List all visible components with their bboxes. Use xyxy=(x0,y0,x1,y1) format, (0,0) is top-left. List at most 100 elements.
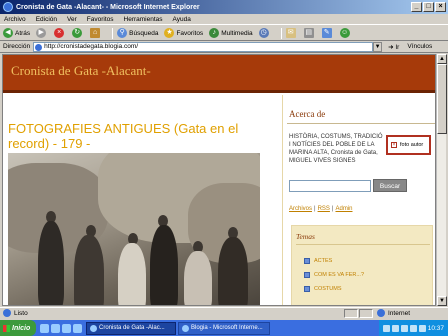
ie-icon xyxy=(182,324,189,332)
link-admin[interactable]: Admin xyxy=(335,206,352,212)
tray-icon[interactable] xyxy=(382,324,390,332)
edit-button[interactable]: ✎ xyxy=(321,28,334,38)
tray-icon[interactable] xyxy=(400,324,408,332)
links-button[interactable]: Vínculos xyxy=(407,43,432,50)
temas-heading: Temas xyxy=(296,232,315,241)
toolbar-divider xyxy=(280,27,282,39)
history-button[interactable]: ◷ xyxy=(258,28,271,38)
globe-icon xyxy=(377,309,385,317)
multimedia-icon: ♪ xyxy=(209,28,220,38)
print-button[interactable]: ▤ xyxy=(303,28,316,38)
tema-label: ACTES xyxy=(314,258,333,264)
tema-item[interactable]: ACTES xyxy=(304,254,364,268)
toolbar: ◀ Atrás ▶ × ↻ ⌂ ⚲ Búsqueda ★ Favoritos ♪… xyxy=(0,26,448,41)
tray-icon[interactable] xyxy=(418,324,426,332)
multimedia-button[interactable]: ♪ Multimedia xyxy=(209,28,253,38)
link-rss[interactable]: RSS xyxy=(318,206,330,212)
menu-archivo[interactable]: Archivo xyxy=(4,16,26,23)
favorites-button[interactable]: ★ Favoritos xyxy=(164,28,203,38)
image-icon: × xyxy=(391,142,397,148)
start-label: Inicio xyxy=(12,324,31,332)
task-label: Cronista de Gata -Alac... xyxy=(99,325,165,331)
tema-label: COM ES VA FER...? xyxy=(314,272,365,278)
back-button[interactable]: ◀ Atrás xyxy=(3,28,30,38)
status-zone: Internet xyxy=(388,309,411,317)
quicklaunch-media-icon[interactable] xyxy=(62,323,71,333)
search-button[interactable]: ⚲ Búsqueda xyxy=(117,28,158,38)
toolbar-divider xyxy=(112,27,114,39)
stop-button[interactable]: × xyxy=(54,28,66,38)
temas-box: Temas ACTES COM ES VA FER...? COSTUMS xyxy=(291,225,433,305)
back-arrow-icon: ◀ xyxy=(3,28,13,38)
multimedia-label: Multimedia xyxy=(221,29,253,37)
folder-icon xyxy=(304,258,310,264)
vertical-scrollbar[interactable]: ▲ ▼ xyxy=(436,54,447,306)
blog-header: Cronista de Gata -Alacant- xyxy=(3,55,435,93)
refresh-icon: ↻ xyxy=(72,28,83,38)
link-archivos[interactable]: Archivos xyxy=(289,206,312,212)
taskbar-item-blogia[interactable]: Blogia - Microsoft Interne... xyxy=(178,321,270,335)
minimize-button[interactable]: _ xyxy=(411,2,422,12)
system-tray: 10:37 xyxy=(378,320,448,336)
windows-logo-icon xyxy=(3,324,10,332)
close-button[interactable]: × xyxy=(435,2,446,12)
messenger-button[interactable]: ☺ xyxy=(339,28,352,38)
blog-search-input[interactable] xyxy=(289,180,371,192)
blog-title[interactable]: Cronista de Gata -Alacant- xyxy=(11,63,151,79)
forward-button[interactable]: ▶ xyxy=(36,28,48,38)
address-dropdown-button[interactable]: ▼ xyxy=(373,41,383,52)
quicklaunch-ie-icon[interactable] xyxy=(40,323,49,333)
edit-icon: ✎ xyxy=(321,28,332,38)
go-button[interactable]: ➜ Ir xyxy=(388,43,399,51)
favorites-label: Favoritos xyxy=(176,29,204,37)
taskbar-item-cronista[interactable]: Cronista de Gata -Alac... xyxy=(86,321,176,335)
address-label: Dirección xyxy=(3,43,31,50)
author-photo-label: foto autor xyxy=(400,142,424,148)
blog-search-button[interactable]: Buscar xyxy=(373,179,407,192)
temas-divider xyxy=(296,244,430,245)
window-title: Cronista de Gata -Alacant- - Microsoft I… xyxy=(16,3,200,11)
post-title[interactable]: FOTOGRAFIES ANTIGUES (Gata en el record)… xyxy=(8,121,258,151)
search-label: Búsqueda xyxy=(129,29,159,37)
page-viewport[interactable]: Cronista de Gata -Alacant- FOTOGRAFIES A… xyxy=(2,54,436,306)
taskbar: Inicio Cronista de Gata -Alac... Blogia … xyxy=(0,320,448,336)
home-button[interactable]: ⌂ xyxy=(90,28,102,38)
about-text: HISTÒRIA, COSTUMS, TRADICIÓ I NOTÍCIES D… xyxy=(289,134,383,164)
scroll-up-button[interactable]: ▲ xyxy=(437,54,447,64)
quicklaunch-outlook-icon[interactable] xyxy=(73,323,82,333)
go-label: Ir xyxy=(395,43,400,51)
ie-icon xyxy=(90,324,97,332)
menu-ayuda[interactable]: Ayuda xyxy=(173,16,191,23)
folder-icon xyxy=(304,286,310,292)
print-icon: ▤ xyxy=(303,28,314,38)
address-input[interactable]: http://cronistadegata.blogia.com/ xyxy=(33,41,374,52)
refresh-button[interactable]: ↻ xyxy=(72,28,84,38)
maximize-button[interactable]: □ xyxy=(423,2,434,12)
search-icon: ⚲ xyxy=(117,28,128,38)
scroll-thumb[interactable] xyxy=(437,64,447,134)
menu-edicion[interactable]: Edición xyxy=(36,16,57,23)
tray-icon[interactable] xyxy=(409,324,417,332)
address-url: http://cronistadegata.blogia.com/ xyxy=(44,42,139,50)
tema-item[interactable]: COSTUMS xyxy=(304,282,364,296)
sidebar-links: Archivos | RSS | Admin xyxy=(289,206,353,212)
status-text: Listo xyxy=(14,309,28,317)
quicklaunch-desktop-icon[interactable] xyxy=(51,323,60,333)
folder-icon xyxy=(304,272,310,278)
task-label: Blogia - Microsoft Interne... xyxy=(191,325,263,331)
tray-icon[interactable] xyxy=(391,324,399,332)
tema-label: COSTUMS xyxy=(314,286,342,292)
history-icon: ◷ xyxy=(258,28,269,38)
window-titlebar[interactable]: Cronista de Gata -Alacant- - Microsoft I… xyxy=(0,0,448,14)
menu-ver[interactable]: Ver xyxy=(67,16,77,23)
menu-favoritos[interactable]: Favoritos xyxy=(87,16,114,23)
menu-herramientas[interactable]: Herramientas xyxy=(124,16,163,23)
start-button[interactable]: Inicio xyxy=(0,320,36,336)
tema-item[interactable]: COM ES VA FER...? xyxy=(304,268,364,282)
scroll-down-button[interactable]: ▼ xyxy=(437,296,447,306)
stop-icon: × xyxy=(54,28,65,38)
author-photo-button[interactable]: × foto autor xyxy=(386,135,431,155)
ie-icon xyxy=(3,2,13,12)
mail-button[interactable]: ✉ xyxy=(285,28,298,38)
page-icon xyxy=(35,43,43,51)
